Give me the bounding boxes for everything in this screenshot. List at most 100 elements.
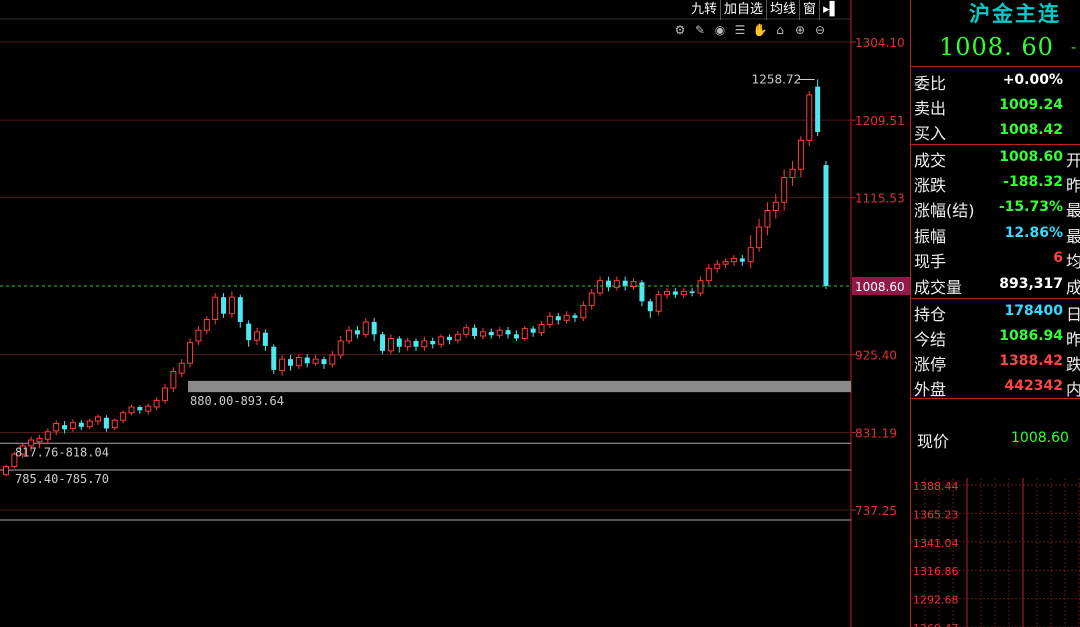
quote-suffix: 昨: [1066, 176, 1080, 195]
candle-body: [137, 407, 143, 411]
settings-icon[interactable]: ⚙: [672, 22, 688, 38]
candle: [354, 326, 360, 339]
divider: [911, 398, 1080, 399]
quote-value: -15.73%: [998, 199, 1063, 215]
candle-body: [62, 425, 68, 430]
quote-row: 涨幅(结) -15.73% 最: [911, 195, 1080, 220]
candle-body: [521, 328, 528, 339]
candle: [321, 356, 327, 370]
candle: [86, 418, 93, 430]
quote-value: 1009.24: [999, 97, 1063, 113]
candle-body: [69, 422, 76, 429]
candle: [421, 336, 428, 351]
candle: [312, 354, 319, 366]
zoom-out-icon[interactable]: ⊖: [812, 22, 828, 38]
candle-body: [145, 405, 152, 412]
candle-body: [295, 356, 302, 367]
pen-icon[interactable]: ✎: [692, 22, 708, 38]
candle: [454, 331, 461, 344]
candle-body: [597, 280, 604, 294]
candle-body: [505, 330, 511, 335]
candle-body: [680, 290, 687, 296]
candle: [362, 317, 369, 338]
candle: [271, 344, 277, 374]
candle-body: [170, 371, 177, 389]
hand-icon[interactable]: ✋: [752, 22, 768, 38]
candle: [730, 255, 737, 266]
quote-label: 振幅: [914, 227, 947, 246]
y-tick-label: 1209.51: [855, 114, 905, 128]
candle: [747, 235, 754, 269]
candle-body: [103, 417, 109, 429]
quote-row: 振幅 12.86% 最: [911, 221, 1080, 246]
candle: [137, 405, 143, 414]
candle: [195, 326, 202, 346]
candle: [655, 290, 662, 316]
quote-value: 6: [1053, 250, 1063, 266]
candle-body: [228, 296, 235, 315]
quote-value: 893,317: [999, 276, 1063, 292]
zoom-in-icon[interactable]: ⊕: [792, 22, 808, 38]
candlestick-chart[interactable]: 1304.10 1209.51 1115.53 925.40 831.19 737.25 8…: [0, 0, 910, 627]
candle-body: [546, 315, 553, 325]
candle-body: [371, 321, 377, 335]
candle: [521, 326, 528, 341]
candle-body: [354, 330, 360, 335]
mini-chart: 1388.44 1365.23 1341.04 1316.86 1292.68 1269.…: [911, 478, 1080, 627]
quote-panel: 沪金主连 1008. 60 - 委比 +0.00% 卖出 1009.24 买入 1008.…: [910, 0, 1080, 627]
tab-window[interactable]: 窗: [799, 0, 819, 20]
eye-icon[interactable]: ◉: [712, 22, 728, 38]
candle-body: [756, 226, 763, 249]
quote-suffix: 最: [1066, 227, 1080, 246]
candle: [128, 404, 135, 416]
candle: [396, 336, 402, 353]
candle: [472, 324, 478, 340]
tab-moving-average[interactable]: 均线: [766, 0, 799, 20]
collapse-icon[interactable]: ▸▌: [819, 0, 843, 20]
quote-row: 外盘 442342 内: [911, 374, 1080, 399]
support-zone: [188, 380, 851, 393]
quote-label: 买入: [914, 124, 947, 143]
candle-body: [538, 323, 545, 334]
candle-body: [705, 267, 712, 282]
candle: [815, 79, 821, 137]
candle-body: [488, 331, 494, 336]
instrument-title: 沪金主连: [969, 2, 1061, 26]
candle-body: [380, 334, 386, 351]
tab-nine-turn[interactable]: 九转: [688, 0, 720, 20]
candle: [513, 330, 519, 341]
quote-label: 涨跌: [914, 176, 947, 195]
tab-add-favorite[interactable]: 加自选: [720, 0, 766, 20]
candle: [380, 331, 386, 355]
candle: [672, 288, 678, 299]
candle: [329, 350, 336, 368]
candle-body: [387, 337, 394, 352]
candle: [806, 90, 813, 147]
candle-body: [772, 201, 779, 212]
lock-icon[interactable]: ⌂: [772, 22, 788, 38]
y-tick-label: 925.40: [855, 349, 897, 363]
candle-body: [212, 296, 219, 320]
candle-body: [655, 294, 662, 312]
candle-body: [722, 261, 729, 265]
candle-body: [413, 340, 419, 347]
chart-canvas[interactable]: 1304.10 1209.51 1115.53 925.40 831.19 737.25 8…: [0, 0, 910, 627]
candle-body: [396, 338, 402, 347]
candle-body: [664, 290, 671, 296]
candle-body: [111, 419, 118, 429]
candle-body: [672, 291, 678, 295]
mini-tick-label: 1341.04: [913, 537, 959, 550]
candle-body: [246, 323, 252, 341]
candle: [563, 311, 570, 324]
candle-body: [78, 422, 84, 427]
quote-label: 外盘: [914, 380, 947, 399]
quote-value: 178400: [1004, 303, 1063, 319]
candle: [337, 336, 344, 360]
candle-body: [815, 86, 821, 133]
candle: [488, 328, 494, 339]
candle-body: [3, 465, 9, 476]
quote-label: 今结: [914, 330, 947, 349]
quote-suffix: 成: [1066, 278, 1080, 297]
candle: [178, 359, 185, 378]
layers-icon[interactable]: ☰: [732, 22, 748, 38]
